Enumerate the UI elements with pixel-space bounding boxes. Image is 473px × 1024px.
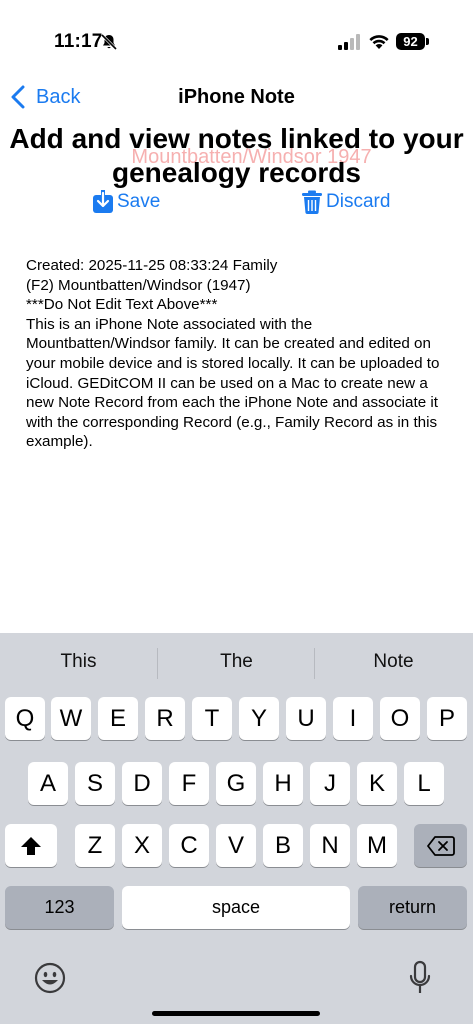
shift-key[interactable] [5, 824, 57, 867]
key-m[interactable]: M [357, 824, 397, 867]
key-g[interactable]: G [216, 762, 256, 805]
return-key[interactable]: return [358, 886, 467, 929]
suggestion-1[interactable]: This [0, 651, 157, 673]
battery-tip [426, 38, 429, 45]
key-k[interactable]: K [357, 762, 397, 805]
key-t[interactable]: T [192, 697, 232, 740]
key-s[interactable]: S [75, 762, 115, 805]
nav-title: iPhone Note [178, 86, 295, 108]
suggestion-3[interactable]: Note [315, 651, 472, 673]
keyboard: This The Note Q W E R T Y U I O P A S D … [0, 633, 473, 1024]
key-q[interactable]: Q [5, 697, 45, 740]
key-v[interactable]: V [216, 824, 256, 867]
shift-icon [21, 837, 41, 855]
key-j[interactable]: J [310, 762, 350, 805]
key-n[interactable]: N [310, 824, 350, 867]
save-download-icon [93, 190, 113, 213]
save-label: Save [117, 191, 161, 212]
key-l[interactable]: L [404, 762, 444, 805]
space-key[interactable]: space [122, 886, 350, 929]
battery-level: 92 [396, 33, 425, 50]
numbers-key[interactable]: 123 [5, 886, 114, 929]
note-text-area[interactable]: Created: 2025-11-25 08:33:24 Family (F2)… [26, 256, 446, 452]
mute-bell-icon [100, 33, 118, 51]
battery-indicator: 92 [396, 33, 430, 51]
emoji-icon[interactable] [34, 962, 66, 994]
status-bar: 11:17 92 [0, 0, 473, 60]
delete-key[interactable] [414, 824, 467, 867]
suggestion-2[interactable]: The [158, 651, 315, 673]
key-b[interactable]: B [263, 824, 303, 867]
key-i[interactable]: I [333, 697, 373, 740]
discard-label: Discard [326, 191, 391, 212]
page-heading: Add and view notes linked to your geneal… [9, 123, 464, 188]
discard-button[interactable]: Discard [301, 190, 390, 214]
key-d[interactable]: D [122, 762, 162, 805]
key-o[interactable]: O [380, 697, 420, 740]
key-y[interactable]: Y [239, 697, 279, 740]
key-e[interactable]: E [98, 697, 138, 740]
key-a[interactable]: A [28, 762, 68, 805]
trash-icon [302, 190, 322, 214]
key-u[interactable]: U [286, 697, 326, 740]
key-c[interactable]: C [169, 824, 209, 867]
status-time: 11:17 [54, 31, 103, 52]
key-r[interactable]: R [145, 697, 185, 740]
signal-icon [338, 34, 360, 50]
wifi-icon [369, 35, 389, 49]
microphone-icon[interactable] [408, 960, 432, 996]
save-button[interactable]: Save [92, 190, 160, 214]
key-z[interactable]: Z [75, 824, 115, 867]
delete-icon [426, 836, 455, 856]
home-indicator [152, 1011, 320, 1016]
key-f[interactable]: F [169, 762, 209, 805]
key-x[interactable]: X [122, 824, 162, 867]
key-p[interactable]: P [427, 697, 467, 740]
key-w[interactable]: W [51, 697, 91, 740]
key-h[interactable]: H [263, 762, 303, 805]
suggestion-bar: This The Note [0, 633, 473, 693]
